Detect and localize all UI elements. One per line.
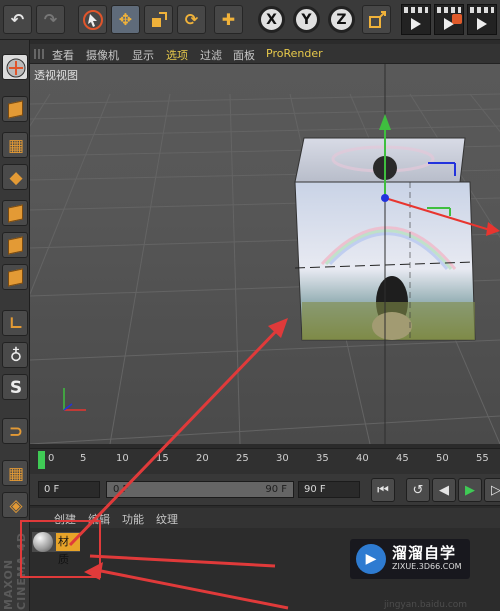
- menu-filter[interactable]: 过滤: [200, 47, 222, 63]
- animation-controls: 0 F 0 F 90 F 90 F ⏮ ↺ ◀ ▶ ▷: [30, 474, 500, 506]
- tick-label: 15: [156, 453, 169, 464]
- watermark: ▶ 溜溜自学 ZIXUE.3D66.COM: [350, 539, 470, 579]
- menu-options[interactable]: 选项: [166, 47, 188, 63]
- move-cross-icon[interactable]: ✚: [214, 5, 243, 34]
- previous-frame-icon[interactable]: ◀: [432, 478, 456, 502]
- slider-end-label: 90 F: [265, 484, 287, 495]
- tick-label: 10: [116, 453, 129, 464]
- play-logo-icon: ▶: [356, 544, 386, 574]
- perspective-viewport[interactable]: 透视视图: [30, 64, 500, 444]
- tick-label: 0: [48, 453, 55, 464]
- tick-label: 40: [356, 453, 369, 464]
- panel-grip[interactable]: [34, 49, 44, 59]
- tick-label: 45: [396, 453, 409, 464]
- render-view-icon[interactable]: [401, 4, 431, 35]
- undo-icon[interactable]: ↶: [3, 5, 32, 34]
- start-frame-field[interactable]: 0 F: [38, 481, 100, 498]
- highlight-box: [20, 520, 101, 578]
- tweak-mode-icon[interactable]: ♁: [2, 342, 28, 368]
- z-axis-handle[interactable]: [381, 194, 389, 202]
- tick-label: 25: [236, 453, 249, 464]
- menu-view[interactable]: 查看: [52, 47, 74, 63]
- axis-x-label: X: [266, 11, 277, 28]
- play-icon[interactable]: ▶: [458, 478, 482, 502]
- model-mode-icon[interactable]: [2, 96, 28, 122]
- viewport-menubar: 查看 摄像机 显示 选项 过滤 面板 ProRender: [30, 44, 500, 64]
- polygons-mode-icon[interactable]: [2, 264, 28, 290]
- workplane-mode-icon[interactable]: ◆: [2, 164, 28, 190]
- tick-label: 5: [80, 453, 87, 464]
- menu-panel[interactable]: 面板: [233, 47, 255, 63]
- scene-canvas[interactable]: [30, 64, 500, 444]
- menu-camera[interactable]: 摄像机: [86, 47, 119, 63]
- coordinate-system-icon[interactable]: [362, 5, 391, 34]
- menu-function[interactable]: 功能: [122, 511, 144, 527]
- edges-mode-icon[interactable]: [2, 232, 28, 258]
- tick-label: 35: [316, 453, 329, 464]
- texture-mode-icon[interactable]: ▦: [2, 132, 28, 158]
- watermark-footer: jingyan.baidu.com: [384, 600, 468, 610]
- magnet-icon[interactable]: ⊃: [2, 418, 28, 444]
- y-axis-arrow[interactable]: [379, 114, 391, 130]
- end-frame-field[interactable]: 90 F: [298, 481, 360, 498]
- watermark-title: 溜溜自学: [392, 544, 457, 562]
- viewport-label: 透视视图: [34, 69, 78, 82]
- move-icon[interactable]: ✥: [111, 5, 140, 34]
- go-to-start-icon[interactable]: ⏮: [371, 478, 395, 502]
- render-to-picture-viewer-icon[interactable]: [434, 4, 464, 35]
- axis-z-toggle[interactable]: Z: [328, 6, 355, 33]
- scale-icon[interactable]: [144, 5, 173, 34]
- timeline-ruler[interactable]: 0 5 10 15 20 25 30 35 40 45 50 55: [30, 448, 500, 474]
- slider-start-label: 0 F: [113, 484, 129, 495]
- make-editable-icon[interactable]: [2, 54, 28, 80]
- record-icon[interactable]: ↺: [406, 478, 430, 502]
- axis-y-label: Y: [301, 11, 312, 28]
- main-toolbar: ↶ ↷ ✥ ⟳ ✚ X Y Z: [0, 0, 500, 40]
- menu-texture[interactable]: 纹理: [156, 511, 178, 527]
- points-mode-icon[interactable]: [2, 200, 28, 226]
- redo-icon[interactable]: ↷: [36, 5, 65, 34]
- axis-mode-icon[interactable]: ∟: [2, 310, 28, 336]
- watermark-subtitle: ZIXUE.3D66.COM: [392, 562, 462, 571]
- world-axis-indicator: [63, 388, 86, 411]
- render-settings-icon[interactable]: [467, 4, 497, 35]
- grid-icon[interactable]: ◈: [2, 492, 28, 518]
- select-arrow-icon[interactable]: [78, 5, 107, 34]
- tick-label: 20: [196, 453, 209, 464]
- menu-prorender[interactable]: ProRender: [266, 47, 323, 60]
- axis-y-toggle[interactable]: Y: [293, 6, 320, 33]
- tick-label: 30: [276, 453, 289, 464]
- frame-range-slider[interactable]: 0 F 90 F: [106, 481, 294, 498]
- workplane-lock-icon[interactable]: ▦: [2, 460, 28, 486]
- next-frame-icon[interactable]: ▷: [484, 478, 500, 502]
- snap-icon[interactable]: S: [2, 374, 28, 400]
- axis-z-label: Z: [336, 11, 347, 28]
- rotate-icon[interactable]: ⟳: [177, 5, 206, 34]
- tick-label: 55: [476, 453, 489, 464]
- axis-x-toggle[interactable]: X: [258, 6, 285, 33]
- menu-display[interactable]: 显示: [132, 47, 154, 63]
- tick-label: 50: [436, 453, 449, 464]
- timeline-cursor[interactable]: [38, 451, 45, 469]
